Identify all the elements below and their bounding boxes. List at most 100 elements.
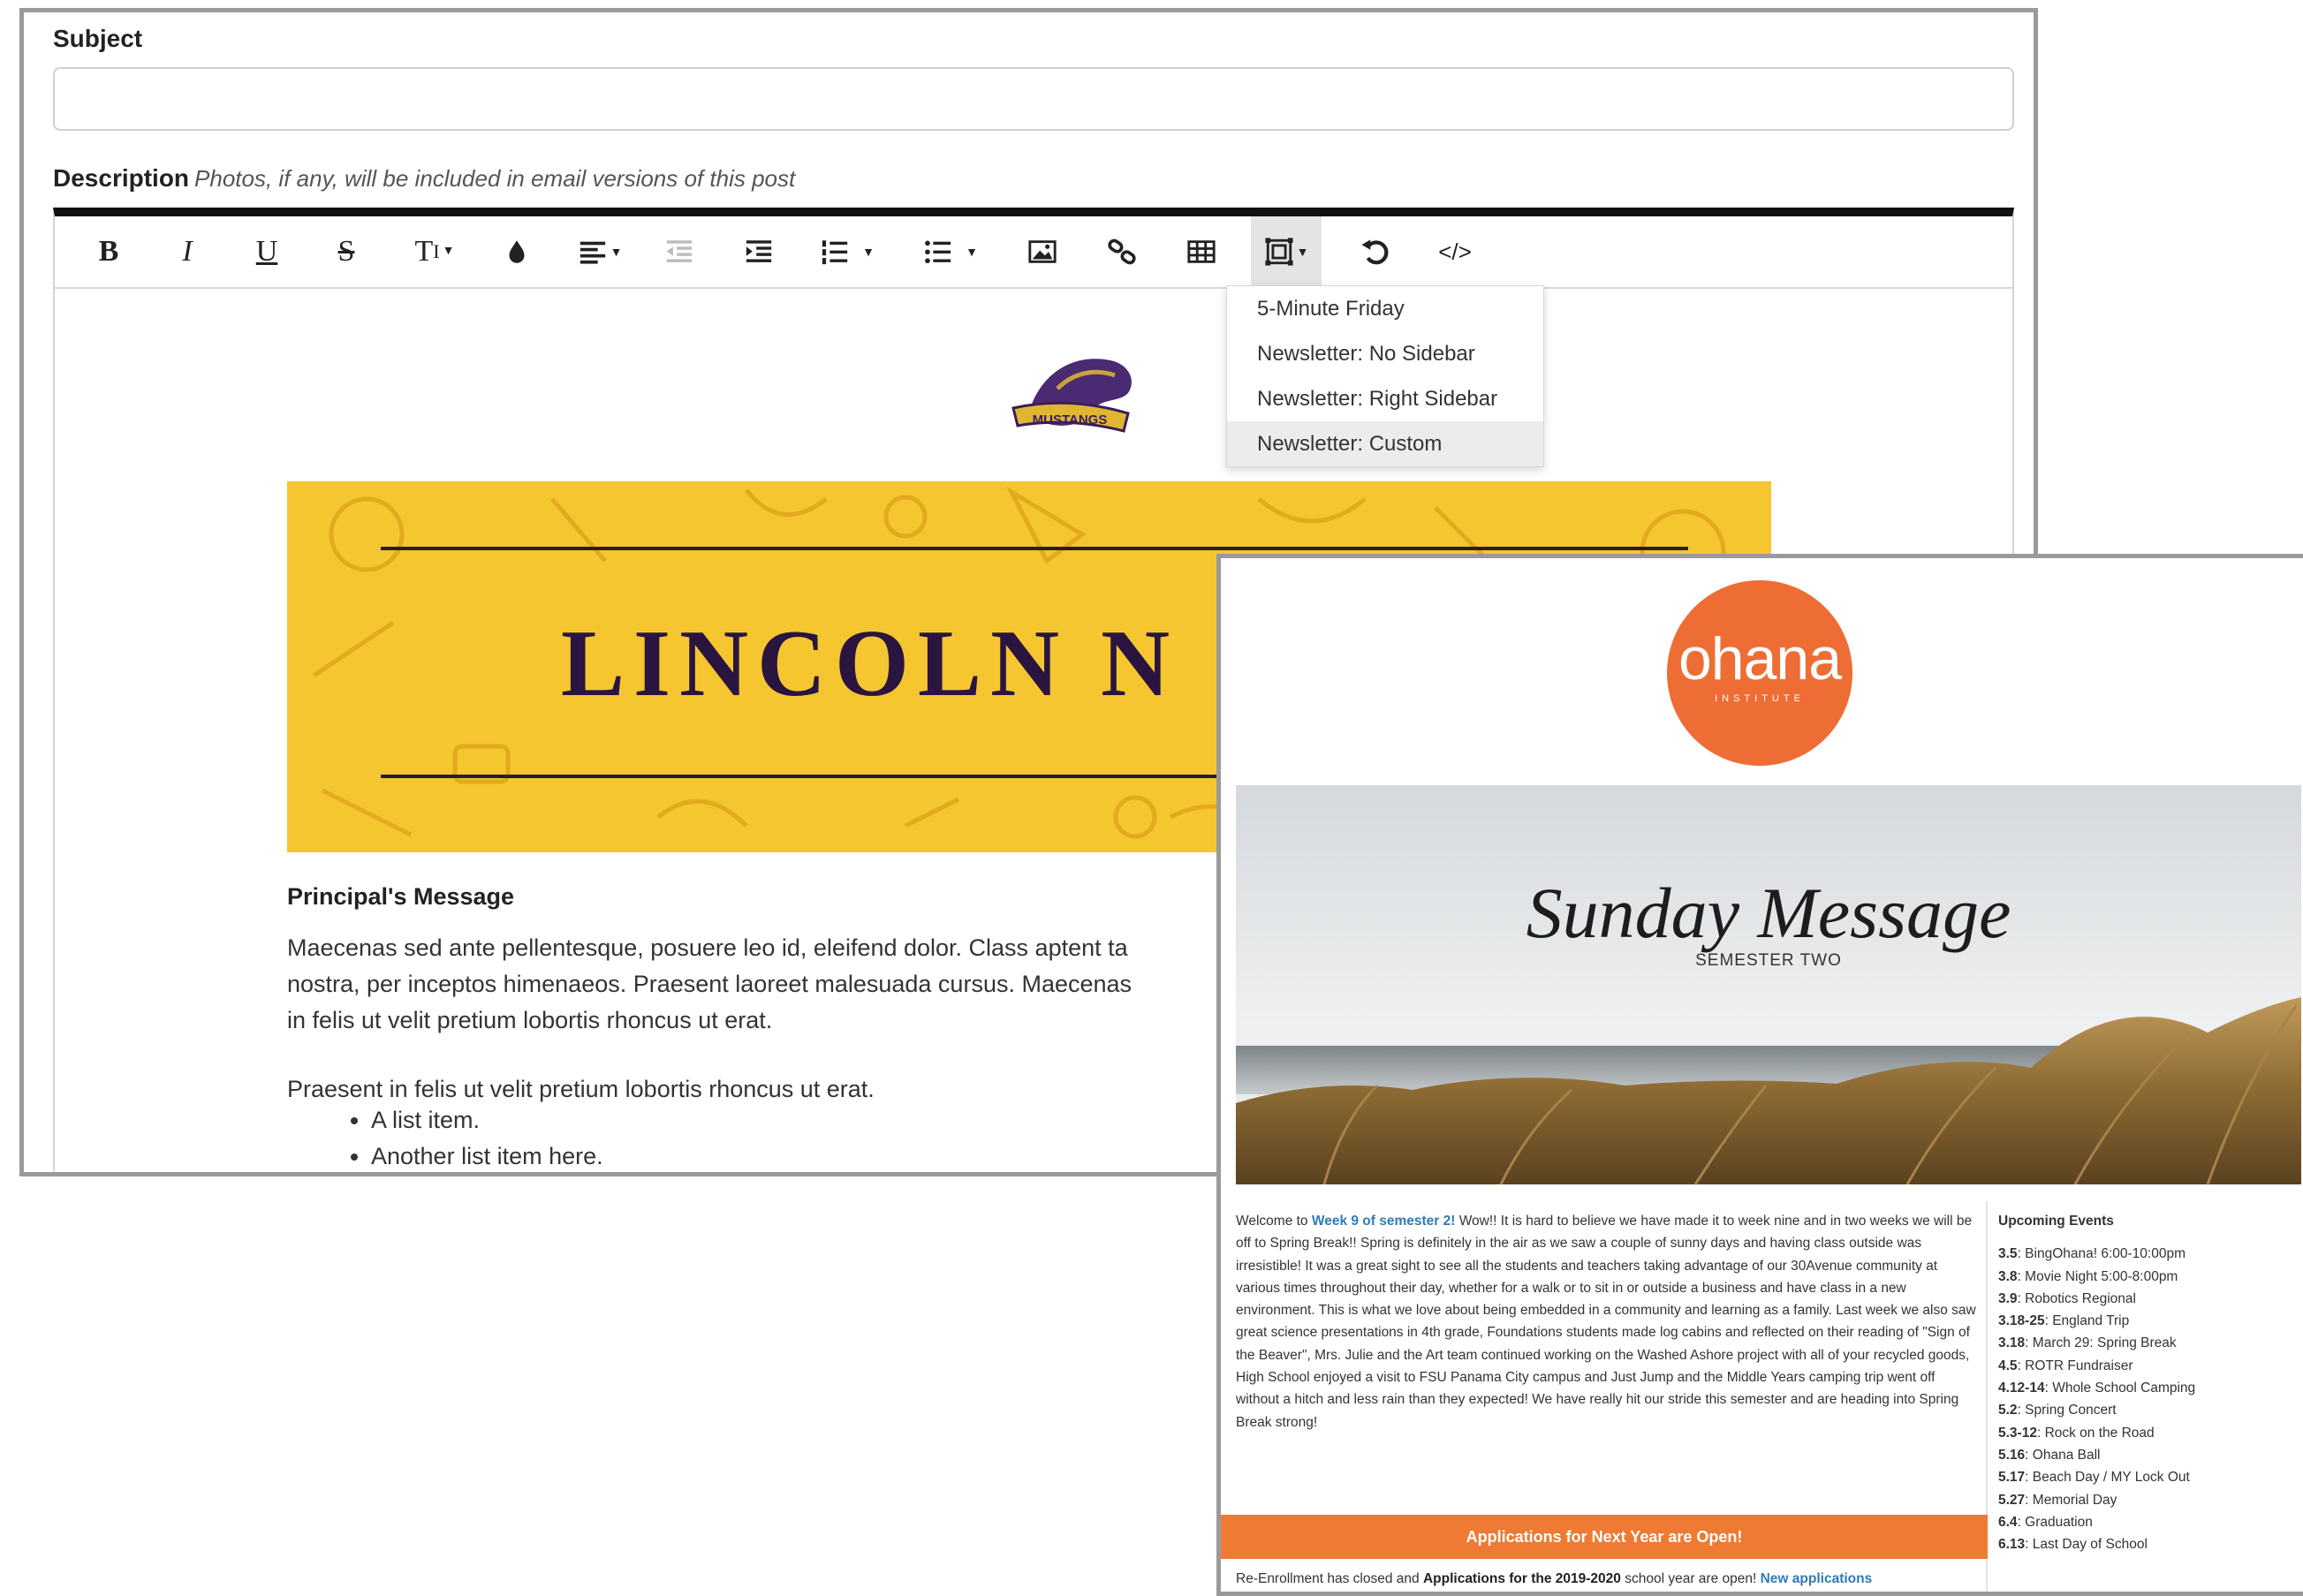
event-item: 4.5: ROTR Fundraiser xyxy=(1998,1355,2290,1377)
event-item: 3.9: Robotics Regional xyxy=(1998,1288,2290,1310)
ordered-list-button[interactable]: ▼ xyxy=(807,216,887,287)
event-item: 6.13: Last Day of School xyxy=(1998,1533,2290,1555)
chevron-down-icon: ▼ xyxy=(610,245,623,259)
event-date: 5.3-12 xyxy=(1998,1425,2037,1441)
description-label-row: Description Photos, if any, will be inclu… xyxy=(53,164,795,193)
event-date: 6.13 xyxy=(1998,1537,2026,1553)
event-text: : Rock on the Road xyxy=(2036,1425,2155,1441)
unordered-list-button[interactable]: ▼ xyxy=(911,216,990,287)
new-applications-link[interactable]: New applications xyxy=(1761,1571,1873,1586)
event-text: : ROTR Fundraiser xyxy=(2017,1358,2133,1373)
align-button[interactable]: ▼ xyxy=(563,216,637,287)
insert-table-button[interactable] xyxy=(1172,216,1231,287)
event-text: : Whole School Camping xyxy=(2044,1380,2196,1396)
insert-link-button[interactable] xyxy=(1093,216,1151,287)
principal-paragraph[interactable]: Maecenas sed ante pellentesque, posuere … xyxy=(287,930,1132,1039)
event-item: 5.16: Ohana Ball xyxy=(1998,1444,2290,1466)
applications-banner: Applications for Next Year are Open! xyxy=(1221,1515,1988,1559)
event-date: 4.5 xyxy=(1998,1358,2018,1373)
event-text: : Graduation xyxy=(2017,1514,2093,1530)
event-text: : England Trip xyxy=(2044,1313,2130,1329)
undo-button[interactable] xyxy=(1346,216,1405,287)
droplet-icon xyxy=(509,240,525,263)
events-title: Upcoming Events xyxy=(1998,1214,2114,1229)
text-color-button[interactable] xyxy=(488,216,546,287)
event-text: : Memorial Day xyxy=(2025,1492,2117,1508)
link-icon xyxy=(1108,238,1136,265)
template-dropdown-menu: 5-Minute Friday Newsletter: No Sidebar N… xyxy=(1226,285,1544,467)
apps-text-bold: Applications for the 2019-2020 xyxy=(1422,1571,1621,1586)
event-date: 5.16 xyxy=(1998,1447,2026,1463)
list-item: A list item. xyxy=(371,1102,603,1138)
undo-icon xyxy=(1361,239,1389,265)
underline-button[interactable]: U xyxy=(238,216,296,287)
chevron-down-icon: ▼ xyxy=(1296,245,1309,259)
paragraph-line: in felis ut velit pretium lobortis rhonc… xyxy=(287,1007,773,1033)
beach-grass-photo xyxy=(1236,785,2301,1184)
event-date: 3.5 xyxy=(1998,1246,2018,1262)
welcome-paragraph: Welcome to Week 9 of semester 2! Wow!! I… xyxy=(1236,1210,1978,1433)
applications-paragraph: Re-Enrollment has closed and Application… xyxy=(1236,1571,1978,1587)
strikethrough-button[interactable]: S xyxy=(317,216,375,287)
ohana-logo-sub: INSTITUTE xyxy=(1715,693,1805,704)
event-item: 3.18-25: England Trip xyxy=(1998,1310,2290,1332)
welcome-prefix: Welcome to xyxy=(1236,1214,1312,1229)
event-date: 3.18 xyxy=(1998,1335,2026,1351)
event-item: 3.8: Movie Night 5:00-8:00pm xyxy=(1998,1266,2290,1288)
event-text: : Beach Day / MY Lock Out xyxy=(2025,1470,2190,1486)
menu-item-newsletter-custom[interactable]: Newsletter: Custom xyxy=(1227,421,1543,466)
upcoming-events-sidebar: Upcoming Events 3.5: BingOhana! 6:00-10:… xyxy=(1998,1210,2290,1555)
events-list: 3.5: BingOhana! 6:00-10:00pm 3.8: Movie N… xyxy=(1998,1243,2290,1555)
insert-image-button[interactable] xyxy=(1013,216,1072,287)
content-list[interactable]: A list item. Another list item here. xyxy=(346,1102,603,1172)
font-size-button[interactable]: T I ▼ xyxy=(398,216,472,287)
code-view-button[interactable]: </> xyxy=(1426,216,1484,287)
outdent-icon xyxy=(666,240,693,262)
subject-input[interactable] xyxy=(53,67,2014,131)
event-item: 5.3-12: Rock on the Road xyxy=(1998,1422,2290,1444)
hero-title: Sunday Message xyxy=(1526,873,2011,953)
list-item: Another list item here. xyxy=(371,1138,603,1172)
align-left-icon xyxy=(580,241,605,264)
apps-text-part: school year are open! xyxy=(1620,1571,1761,1586)
description-hint: Photos, if any, will be included in emai… xyxy=(194,165,796,192)
event-item: 5.27: Memorial Day xyxy=(1998,1489,2290,1511)
hero-subtitle: SEMESTER TWO xyxy=(1695,951,1842,970)
table-icon xyxy=(1187,240,1216,263)
event-date: 4.12-14 xyxy=(1998,1380,2045,1396)
event-item: 6.4: Graduation xyxy=(1998,1511,2290,1533)
event-text: : BingOhana! 6:00-10:00pm xyxy=(2017,1246,2186,1262)
week-link[interactable]: Week 9 of semester 2! xyxy=(1312,1214,1456,1229)
event-text: : Movie Night 5:00-8:00pm xyxy=(2017,1268,2178,1284)
bold-button[interactable]: B xyxy=(80,216,138,287)
menu-item-newsletter-right-sidebar[interactable]: Newsletter: Right Sidebar xyxy=(1227,376,1543,421)
event-text: : Last Day of School xyxy=(2025,1537,2148,1553)
chevron-down-icon: ▼ xyxy=(442,245,455,258)
event-date: 5.2 xyxy=(1998,1403,2018,1418)
menu-item-newsletter-no-sidebar[interactable]: Newsletter: No Sidebar xyxy=(1227,331,1543,376)
banner-rule-top xyxy=(381,547,1688,550)
unordered-list-icon xyxy=(925,240,951,264)
event-item: 5.2: Spring Concert xyxy=(1998,1399,2290,1421)
event-date: 5.27 xyxy=(1998,1492,2026,1508)
ohana-logo-name: ohana xyxy=(1678,625,1842,692)
event-text: : Ohana Ball xyxy=(2025,1447,2101,1463)
paragraph-line: nostra, per inceptos himenaeos. Praesent… xyxy=(287,971,1133,997)
paragraph-line: Maecenas sed ante pellentesque, posuere … xyxy=(287,934,1128,961)
event-item: 3.18: March 29: Spring Break xyxy=(1998,1332,2290,1354)
event-text: : March 29: Spring Break xyxy=(2025,1335,2177,1351)
template-icon xyxy=(1264,238,1293,266)
outdent-button[interactable] xyxy=(650,216,708,287)
event-item: 3.5: BingOhana! 6:00-10:00pm xyxy=(1998,1243,2290,1265)
event-date: 3.18-25 xyxy=(1998,1313,2045,1329)
event-date: 5.17 xyxy=(1998,1470,2026,1486)
menu-item-5-minute-friday[interactable]: 5-Minute Friday xyxy=(1227,286,1543,331)
indent-button[interactable] xyxy=(730,216,788,287)
italic-button[interactable]: I xyxy=(158,216,216,287)
welcome-body: Wow!! It is hard to believe we have made… xyxy=(1236,1214,1976,1430)
chevron-down-icon: ▼ xyxy=(966,245,978,259)
banner-title: LINCOLN N xyxy=(561,611,1179,716)
template-button[interactable]: ▼ xyxy=(1251,216,1322,287)
chevron-down-icon: ▼ xyxy=(862,245,875,259)
event-item: 5.17: Beach Day / MY Lock Out xyxy=(1998,1466,2290,1488)
